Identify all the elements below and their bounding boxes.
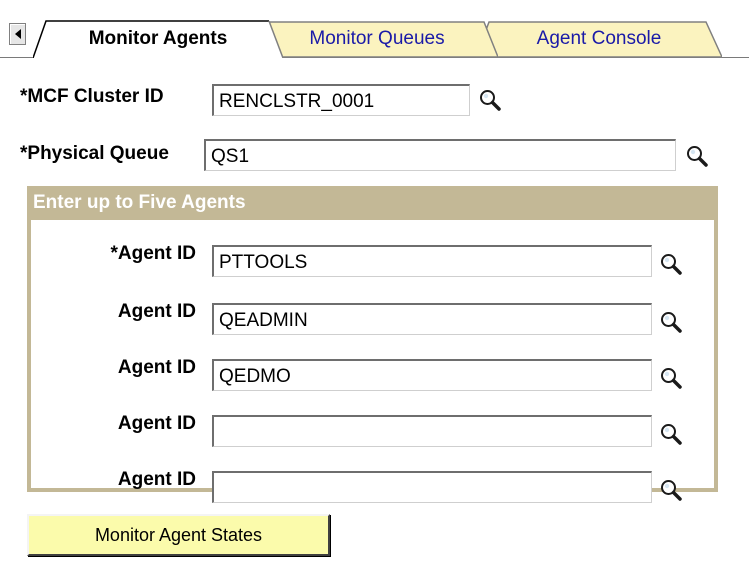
tab-monitor-agents[interactable]: Monitor Agents: [33, 18, 283, 58]
magnifier-icon[interactable]: [659, 478, 683, 502]
magnifier-icon[interactable]: [478, 88, 502, 112]
tab-monitor-agents-label: Monitor Agents: [88, 27, 228, 49]
agent-id-label: Agent ID: [117, 357, 196, 378]
tab-agent-console[interactable]: Agent Console: [476, 18, 722, 58]
magnifier-icon[interactable]: [659, 310, 683, 334]
agent-id-input[interactable]: [212, 415, 652, 447]
agent-id-input[interactable]: QEADMIN: [212, 303, 652, 335]
physical-queue-input[interactable]: QS1: [204, 139, 676, 171]
agent-id-input[interactable]: QEDMO: [212, 359, 652, 391]
agents-group-header: Enter up to Five Agents: [27, 186, 718, 220]
magnifier-icon[interactable]: [659, 366, 683, 390]
agent-id-label: Agent ID: [117, 301, 196, 322]
mcf-cluster-id-input[interactable]: RENCLSTR_0001: [212, 84, 470, 116]
triangle-left-icon: [14, 29, 21, 39]
magnifier-icon[interactable]: [659, 422, 683, 446]
agent-id-label: *Agent ID: [110, 243, 197, 264]
tab-strip: Monitor Agents Monitor Queues Agent Cons…: [0, 0, 749, 60]
agent-id-label: Agent ID: [117, 413, 196, 434]
agent-id-input[interactable]: PTTOOLS: [212, 245, 652, 277]
agent-id-label: Agent ID: [117, 469, 196, 490]
magnifier-icon[interactable]: [659, 252, 683, 276]
tab-agent-console-label: Agent Console: [536, 27, 662, 49]
tab-monitor-queues-label: Monitor Queues: [309, 27, 445, 49]
agent-id-input[interactable]: [212, 471, 652, 503]
mcf-cluster-id-label: *MCF Cluster ID: [20, 86, 164, 107]
physical-queue-label: *Physical Queue: [20, 143, 169, 164]
monitor-agent-states-button[interactable]: Monitor Agent States: [27, 514, 330, 556]
tab-monitor-queues[interactable]: Monitor Queues: [256, 18, 498, 58]
tab-scroll-left-button[interactable]: [9, 23, 26, 45]
magnifier-icon[interactable]: [685, 144, 709, 168]
